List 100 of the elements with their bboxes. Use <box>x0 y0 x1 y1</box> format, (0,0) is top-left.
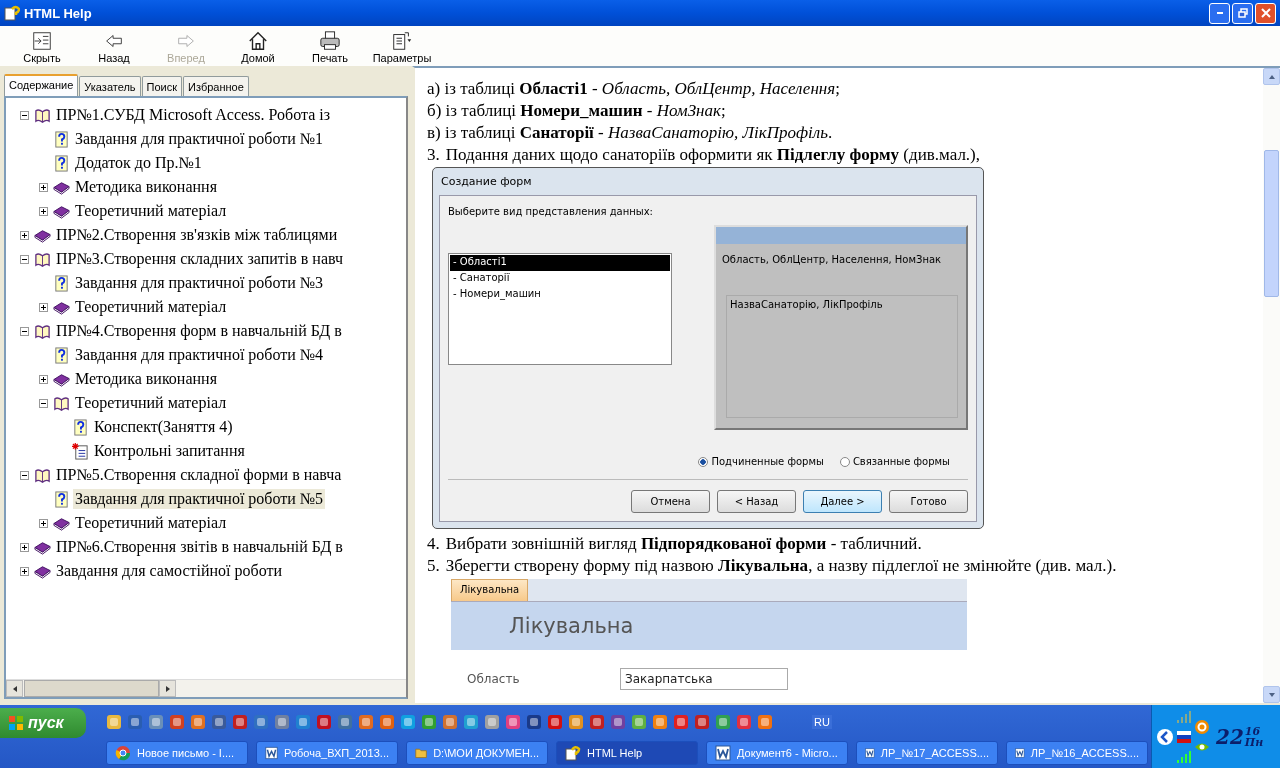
horizontal-scrollbar[interactable] <box>6 679 406 697</box>
program-icon[interactable] <box>610 714 626 730</box>
program-icon[interactable] <box>211 714 227 730</box>
tree-item[interactable]: Завдання для самостійної роботи <box>54 561 284 581</box>
form-tab[interactable]: Лікувальна <box>451 579 529 601</box>
program-icon[interactable] <box>400 714 416 730</box>
expand-icon[interactable] <box>20 542 29 552</box>
expand-icon[interactable] <box>39 182 48 192</box>
taskbar-button[interactable]: Документ6 - Micro... <box>706 740 848 765</box>
program-icon[interactable] <box>106 714 122 730</box>
tree-item[interactable]: ПР№2.Створення зв'язків між таблицями <box>54 225 340 245</box>
expand-icon[interactable] <box>39 302 48 312</box>
collapse-icon[interactable] <box>39 398 48 408</box>
program-icon[interactable] <box>589 714 605 730</box>
program-icon[interactable] <box>358 714 374 730</box>
tree-item[interactable]: Конспект(Заняття 4) <box>92 417 235 437</box>
program-icon[interactable] <box>295 714 311 730</box>
tree-item[interactable]: Завдання для практичної роботи №4 <box>73 345 326 365</box>
tree-item[interactable]: Завдання для практичної роботи №3 <box>73 273 326 293</box>
collapse-icon[interactable] <box>20 254 29 264</box>
tree-item[interactable]: Завдання для практичної роботи №1 <box>73 129 326 149</box>
program-icon[interactable] <box>421 714 437 730</box>
navigation-tab[interactable]: Поиск <box>141 76 183 96</box>
program-icon[interactable] <box>379 714 395 730</box>
taskbar-button[interactable]: ЛР_№16_ACCESS.... <box>1006 740 1148 765</box>
dialog-button[interactable]: Готово <box>889 490 968 513</box>
taskbar-button[interactable]: HTML Help <box>556 740 698 765</box>
program-icon[interactable] <box>568 714 584 730</box>
expand-icon[interactable] <box>20 230 29 240</box>
program-icon[interactable] <box>757 714 773 730</box>
navigation-tab[interactable]: Избранное <box>183 76 249 96</box>
collapse-icon[interactable] <box>20 470 29 480</box>
program-icon[interactable] <box>694 714 710 730</box>
form-field[interactable]: Закарпатська <box>620 668 788 690</box>
navigation-tab[interactable]: Указатель <box>79 76 141 96</box>
program-icon[interactable] <box>673 714 689 730</box>
close-button[interactable] <box>1255 2 1276 24</box>
program-icon[interactable] <box>316 714 332 730</box>
language-indicator[interactable]: RU <box>812 715 832 729</box>
collapse-icon[interactable] <box>20 326 29 336</box>
dialog-button[interactable]: Далее > <box>803 490 882 513</box>
taskbar-button[interactable]: ЛР_№17_ACCESS.... <box>856 740 998 765</box>
tree-item[interactable]: Теоретичний матеріал <box>73 297 229 317</box>
expand-icon[interactable] <box>39 374 48 384</box>
tree-item[interactable]: Завдання для практичної роботи №5 <box>73 489 326 509</box>
table-list-item[interactable]: - Області1 <box>450 255 670 271</box>
program-icon[interactable] <box>505 714 521 730</box>
program-icon[interactable] <box>337 714 353 730</box>
tree-item[interactable]: ПР№1.СУБД Microsoft Access. Робота із <box>54 105 332 125</box>
program-icon[interactable] <box>652 714 668 730</box>
tree-item[interactable]: Теоретичний матеріал <box>73 201 229 221</box>
program-icon[interactable] <box>232 714 248 730</box>
scroll-down-icon[interactable] <box>1267 690 1276 699</box>
scroll-thumb[interactable] <box>1264 150 1279 297</box>
radio-button[interactable] <box>839 456 850 467</box>
tree-item[interactable]: Методика виконання <box>73 177 219 197</box>
tree-item[interactable]: Теоретичний матеріал <box>73 513 229 533</box>
print-button[interactable]: Печать <box>294 30 366 66</box>
program-icon[interactable] <box>169 714 185 730</box>
program-icon[interactable] <box>547 714 563 730</box>
show-hidden-icons-button[interactable] <box>1156 727 1174 746</box>
program-icon[interactable] <box>526 714 542 730</box>
program-icon[interactable] <box>484 714 500 730</box>
options-button[interactable]: Параметры <box>366 30 438 66</box>
expand-icon[interactable] <box>39 518 48 528</box>
hide-button[interactable]: Скрыть <box>6 30 78 66</box>
taskbar-button[interactable]: D:\МОИ ДОКУМЕН... <box>406 740 548 765</box>
program-icon[interactable] <box>127 714 143 730</box>
tree-item[interactable]: ПР№4.Створення форм в навчальній БД в <box>54 321 344 341</box>
collapse-icon[interactable] <box>20 110 29 120</box>
program-icon[interactable] <box>190 714 206 730</box>
program-icon[interactable] <box>442 714 458 730</box>
scroll-right-icon[interactable] <box>163 684 172 693</box>
taskbar-button[interactable]: Новое письмо - I.... <box>106 740 248 765</box>
tree-item[interactable]: ПР№5.Створення складної форми в навча <box>54 465 344 485</box>
tree-item[interactable]: Контрольні запитання <box>92 441 247 461</box>
tree-item[interactable]: Додаток до Пр.№1 <box>73 153 204 173</box>
restore-button[interactable] <box>1232 2 1253 24</box>
home-button[interactable]: Домой <box>222 30 294 66</box>
minimize-button[interactable] <box>1209 2 1230 24</box>
table-list-item[interactable]: - Санаторії <box>450 271 670 287</box>
dialog-button[interactable]: Отмена <box>631 490 710 513</box>
expand-icon[interactable] <box>20 566 29 576</box>
vertical-scrollbar[interactable] <box>1263 68 1280 703</box>
program-icon[interactable] <box>253 714 269 730</box>
radio-button[interactable] <box>698 456 709 467</box>
tree-item[interactable]: Методика виконання <box>73 369 219 389</box>
tree-item[interactable]: ПР№6.Створення звітів в навчальній БД в <box>54 537 345 557</box>
taskbar-button[interactable]: Робоча_ВХП_2013... <box>256 740 398 765</box>
tree-item[interactable]: ПР№3.Створення складних запитів в навч <box>54 249 345 269</box>
tree-item[interactable]: Теоретичний матеріал <box>73 393 229 413</box>
program-icon[interactable] <box>148 714 164 730</box>
program-icon[interactable] <box>631 714 647 730</box>
program-icon[interactable] <box>274 714 290 730</box>
dialog-button[interactable]: < Назад <box>717 490 796 513</box>
scroll-thumb[interactable] <box>24 680 159 697</box>
table-list-item[interactable]: - Номери_машин <box>450 287 670 303</box>
back-button[interactable]: Назад <box>78 30 150 66</box>
program-icon[interactable] <box>736 714 752 730</box>
expand-icon[interactable] <box>39 206 48 216</box>
